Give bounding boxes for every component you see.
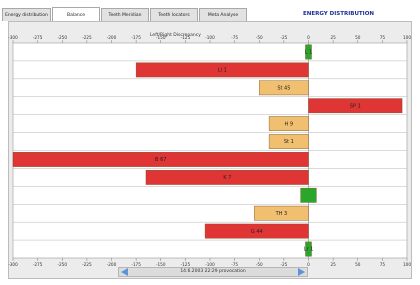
tick-label-top: -150: [156, 35, 166, 40]
tick-label-top: -100: [205, 35, 215, 40]
tick-label-top: 50: [355, 35, 361, 40]
tick-label-top: -25: [280, 35, 287, 40]
bar-label: G 44: [251, 229, 263, 235]
tick-label-top: -50: [256, 35, 263, 40]
tick-label-bottom: 50: [355, 262, 361, 267]
tick-label-bottom: -300: [8, 262, 18, 267]
tick-label-bottom: -200: [107, 262, 117, 267]
date-scrollbar[interactable]: 14.6.2003 22:29 provocation: [118, 267, 308, 277]
tick-label-bottom: 75: [380, 262, 386, 267]
tick-label-bottom: 25: [330, 262, 336, 267]
tick-label-bottom: -225: [82, 262, 92, 267]
tick-label-top: 75: [380, 35, 386, 40]
tick-label-bottom: -275: [33, 262, 43, 267]
bar-label: LI 1: [218, 68, 227, 74]
tick-label-top: -175: [131, 35, 141, 40]
balance-chart: -300-300-275-275-250-250-225-225-200-200…: [8, 35, 411, 267]
scroll-right-arrow-icon[interactable]: [298, 268, 305, 276]
tick-label-top: 0: [307, 35, 310, 40]
tick-label-top: -250: [57, 35, 67, 40]
bar-label: SP 1: [350, 103, 361, 109]
tick-label-top: 25: [330, 35, 336, 40]
bar-label: H 9: [285, 121, 294, 127]
date-label: 14.6.2003 22:29 provocation: [180, 269, 246, 274]
bar-label: L 1: [305, 50, 313, 56]
tick-label-bottom: -250: [57, 262, 67, 267]
tick-label-top: -225: [82, 35, 92, 40]
tick-label-top: -75: [231, 35, 238, 40]
tick-label-bottom: 100: [403, 262, 411, 267]
tick-label-top: 100: [403, 35, 411, 40]
bar-label: St 1: [284, 139, 294, 145]
bar-label: B 67: [155, 157, 166, 163]
bar-label: TH 3: [275, 211, 288, 217]
tick-label-top: -200: [107, 35, 117, 40]
tick-label-top: -300: [8, 35, 18, 40]
bar: [300, 187, 317, 203]
bar-label: Lr 1: [304, 247, 314, 253]
tick-label-top: -125: [181, 35, 191, 40]
bar-label: St 45: [277, 85, 290, 91]
tick-label-top: -275: [33, 35, 43, 40]
bar-label: K 7: [223, 175, 231, 181]
